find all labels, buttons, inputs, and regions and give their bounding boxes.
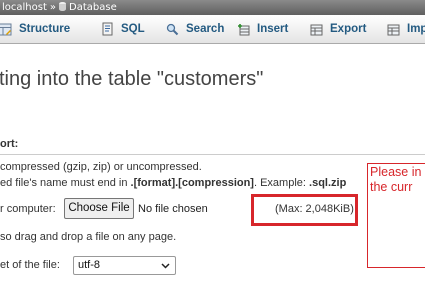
browse-label: r computer: [0,203,56,215]
import-icon [387,24,400,35]
tab-import-label: Imp [407,23,425,35]
choose-file-button[interactable]: Choose File [64,198,134,219]
tab-search-label: Search [186,23,225,35]
tab-structure-label: Structure [19,23,71,35]
filename-format: .[format].[compression] [130,177,254,189]
tab-insert[interactable]: Insert [237,15,288,43]
insert-icon [238,23,250,35]
sql-icon [102,22,113,36]
no-file-chosen-text: No file chosen [138,203,208,215]
tab-search[interactable]: Search [166,15,224,43]
breadcrumb-separator: » [49,2,57,13]
breadcrumb: localhost» Database [0,0,425,15]
tab-bar: Structure SQL Search Insert Export Imp [0,15,425,44]
filename-example-prefix: . Example: [253,177,310,189]
charset-label: et of the file: [0,259,60,271]
tab-export-label: Export [330,23,367,35]
tab-import[interactable]: Imp [387,15,425,43]
filename-prefix: ed file's name must end in [0,177,131,189]
export-icon [310,24,323,35]
notice-text: Please in the curr [370,165,421,195]
structure-icon [0,23,12,35]
notice-line-2: the curr [370,180,413,194]
search-icon [166,23,179,35]
notice-line-1: Please in [370,165,422,179]
tab-structure[interactable]: Structure [0,15,70,43]
section-divider [0,154,425,155]
breadcrumb-database[interactable]: Database [69,2,117,13]
filename-example: .sql.zip [309,177,347,189]
page-title: ting into the table "customers" [0,68,264,90]
phpmyadmin-import-page: localhost» Database Structure SQL Search… [0,0,425,300]
tab-sql[interactable]: SQL [101,15,145,43]
charset-select[interactable]: utf-8 [73,256,176,275]
charset-value: utf-8 [78,259,101,271]
max-upload-size: (Max: 2,048KiB) [275,203,354,215]
section-heading: ort: [0,138,19,150]
filename-requirement: ed file's name must end in .[format].[co… [0,177,346,189]
tab-export[interactable]: Export [310,15,366,43]
database-icon [59,2,67,11]
drag-drop-hint: so drag and drop a file on any page. [0,231,177,243]
tab-insert-label: Insert [257,23,289,35]
tab-sql-label: SQL [121,23,145,35]
breadcrumb-server[interactable]: localhost [2,2,47,13]
chevron-down-icon [161,263,170,269]
compression-info: compressed (gzip, zip) or uncompressed. [0,161,202,173]
